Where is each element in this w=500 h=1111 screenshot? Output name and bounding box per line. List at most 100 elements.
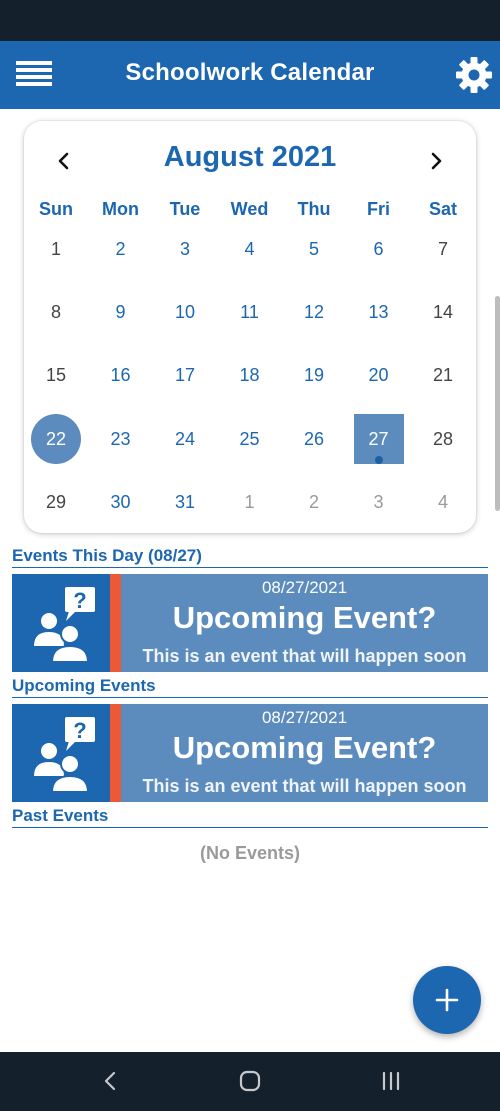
home-button[interactable] (235, 1066, 265, 1096)
calendar-day[interactable]: 26 (289, 414, 339, 464)
calendar-day-number: 19 (303, 365, 325, 386)
calendar-day-number: 31 (174, 491, 196, 512)
settings-button[interactable] (454, 55, 494, 95)
calendar-day[interactable]: 3 (160, 224, 210, 274)
calendar-day[interactable]: 1 (225, 477, 275, 527)
people-question-icon: ? (34, 587, 95, 663)
back-icon (104, 1071, 116, 1091)
calendar-day-number: 11 (240, 302, 259, 323)
calendar-day-number: 26 (303, 428, 325, 449)
status-bar (0, 0, 500, 41)
event-description: This is an event that will happen soon (142, 776, 467, 796)
calendar-day[interactable]: 15 (31, 350, 81, 400)
calendar-day[interactable]: 1 (31, 224, 81, 274)
svg-text:?: ? (73, 718, 86, 743)
month-title: August 2021 (163, 141, 337, 173)
add-event-button[interactable] (413, 966, 481, 1034)
calendar-day[interactable]: 18 (225, 350, 275, 400)
calendar-day[interactable]: 3 (354, 477, 404, 527)
calendar-day[interactable]: 6 (354, 224, 404, 274)
events-this-day-header: Events This Day (08/27) (12, 545, 488, 568)
calendar-day-number: 10 (174, 302, 196, 323)
event-accent-bar (110, 704, 121, 802)
calendar-day[interactable]: 22 (31, 413, 81, 464)
next-month-button[interactable] (422, 147, 450, 175)
calendar-day[interactable]: 19 (289, 350, 339, 400)
back-button[interactable] (95, 1066, 125, 1096)
calendar-day[interactable]: 23 (96, 414, 146, 464)
calendar-day[interactable]: 5 (289, 224, 339, 274)
calendar-day[interactable]: 12 (289, 287, 339, 337)
calendar-day-number: 3 (373, 491, 384, 512)
calendar-day[interactable]: 8 (31, 287, 81, 337)
calendar-day-number: 27 (368, 428, 389, 449)
recents-icon (382, 1071, 400, 1091)
calendar-day[interactable]: 20 (354, 350, 404, 400)
event-icon-box: ? (12, 704, 110, 802)
calendar-day[interactable]: 7 (418, 224, 468, 274)
calendar-day[interactable]: 4 (225, 224, 275, 274)
system-nav-bar (0, 1052, 500, 1111)
calendar-day-number: 2 (115, 239, 126, 259)
calendar-day-number: 1 (50, 239, 61, 259)
calendar-day[interactable]: 2 (289, 477, 339, 527)
recents-button[interactable] (376, 1066, 406, 1096)
calendar-day-number: 20 (368, 365, 389, 386)
weekday-label: Sun (39, 199, 73, 219)
weekday-label: Thu (297, 199, 331, 219)
weekday-label: Mon (102, 199, 139, 219)
calendar-day[interactable]: 2 (96, 224, 146, 274)
calendar-day[interactable]: 13 (354, 287, 404, 337)
weekday-label: Wed (230, 199, 269, 219)
calendar-day-number: 28 (432, 428, 454, 449)
calendar-day-number: 16 (110, 365, 131, 386)
calendar-day[interactable]: 9 (96, 287, 146, 337)
calendar-day[interactable]: 4 (418, 477, 468, 527)
calendar-day-number: 23 (110, 428, 131, 449)
event-date: 08/27/2021 (261, 578, 348, 597)
scrollbar[interactable] (495, 296, 500, 511)
calendar-day[interactable]: 10 (160, 287, 210, 337)
calendar-day-number: 3 (179, 239, 190, 259)
calendar-day-number: 5 (308, 239, 319, 259)
app-bar: Schoolwork Calendar (0, 41, 500, 109)
calendar-day-number: 2 (308, 491, 319, 512)
event-card-this-day[interactable]: ? 08/27/2021 Upcoming Event? This is an … (12, 574, 488, 672)
calendar-day-number: 6 (373, 239, 384, 259)
event-indicator-dot (374, 455, 383, 464)
calendar-day[interactable]: 17 (160, 350, 210, 400)
calendar-day-number: 9 (115, 302, 126, 323)
calendar-day-number: 17 (174, 365, 196, 386)
chevron-right-icon (431, 152, 442, 170)
calendar-day-number: 4 (437, 491, 448, 512)
calendar-day-number: 7 (437, 239, 448, 259)
calendar-day-number: 24 (174, 428, 196, 449)
calendar-day-number: 14 (432, 302, 454, 323)
calendar-day[interactable]: 30 (96, 477, 146, 527)
people-question-icon: ? (34, 717, 95, 793)
calendar-day-number: 1 (244, 491, 255, 512)
calendar-day-number: 13 (368, 302, 389, 323)
event-title: Upcoming Event? (172, 730, 437, 765)
calendar-day-number: 25 (239, 428, 260, 449)
calendar-day[interactable]: 27 (353, 413, 404, 464)
home-icon (239, 1070, 261, 1092)
calendar-card: August 2021 Sun Mon Tue Wed Thu Fri Sat 1 2 3 4 5 6 7… (24, 121, 476, 533)
calendar-day-number: 8 (50, 302, 61, 323)
calendar-day[interactable]: 29 (31, 477, 81, 527)
svg-text:?: ? (73, 588, 86, 613)
calendar-day[interactable]: 14 (418, 287, 468, 337)
calendar-day[interactable]: 25 (225, 414, 275, 464)
calendar-day[interactable]: 11 (225, 287, 275, 337)
calendar-day-number: 15 (45, 365, 67, 386)
calendar-day[interactable]: 28 (418, 414, 468, 464)
calendar-day[interactable]: 31 (160, 477, 210, 527)
calendar-day-number: 30 (110, 491, 131, 512)
event-accent-bar (110, 574, 121, 672)
calendar-day-number: 12 (303, 302, 325, 323)
calendar-day[interactable]: 24 (160, 414, 210, 464)
calendar-day[interactable]: 21 (418, 350, 468, 400)
event-card-upcoming[interactable]: ? 08/27/2021 Upcoming Event? This is an … (12, 704, 488, 802)
calendar-day-number: 18 (239, 365, 260, 386)
calendar-day[interactable]: 16 (96, 350, 146, 400)
